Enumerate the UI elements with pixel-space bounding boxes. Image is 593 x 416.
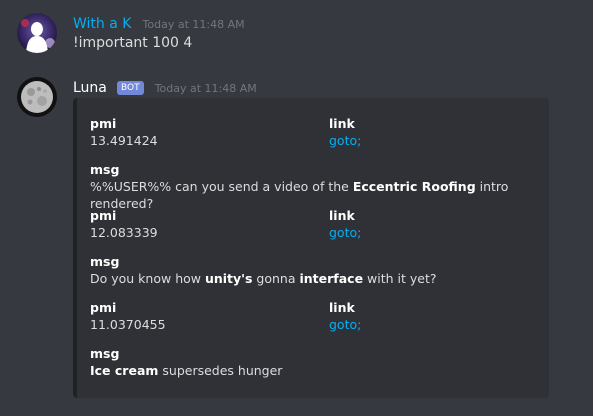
link[interactable]: goto; xyxy=(329,316,361,333)
field-name: link xyxy=(329,116,355,131)
field-name: pmi xyxy=(90,300,117,315)
username[interactable]: Luna xyxy=(73,80,107,96)
field-value: Ice cream supersedes hunger xyxy=(90,362,282,379)
bold-text: Ice cream xyxy=(90,363,159,378)
pmi-field: pmi 12.083339 xyxy=(90,207,158,241)
username[interactable]: With a K xyxy=(73,16,131,32)
bold-text: Eccentric Roofing xyxy=(352,179,476,194)
field-value: Do you know how unity's gonna interface … xyxy=(90,270,437,287)
text: gonna xyxy=(252,271,300,286)
bot-tag: BOT xyxy=(116,81,144,95)
bot-avatar[interactable] xyxy=(17,77,57,117)
user-avatar[interactable] xyxy=(17,13,57,53)
link-field: link goto; xyxy=(329,299,361,333)
pmi-field: pmi 13.491424 xyxy=(90,115,158,149)
field-value: 11.0370455 xyxy=(90,317,166,332)
link-field: link goto; xyxy=(329,115,361,149)
text: Do you know how xyxy=(90,271,205,286)
bot-embed: pmi 13.491424 link goto; msg %%USER%% ca… xyxy=(73,98,549,398)
field-name: link xyxy=(329,208,355,223)
bold-text: unity's xyxy=(204,271,253,286)
text: with it yet? xyxy=(363,271,437,286)
message-content: !important 100 4 xyxy=(73,35,193,51)
field-value: 13.491424 xyxy=(90,133,158,148)
field-value: %%USER%% can you send a video of the Ecc… xyxy=(90,178,549,212)
bold-text: interface xyxy=(299,271,364,286)
msg-field: msg %%USER%% can you send a video of the… xyxy=(90,161,549,212)
field-name: pmi xyxy=(90,116,117,131)
link[interactable]: goto; xyxy=(329,132,361,149)
field-name: msg xyxy=(90,254,120,269)
field-name: msg xyxy=(90,162,120,177)
text: supersedes hunger xyxy=(158,363,283,378)
message-timestamp: Today at 11:48 AM xyxy=(142,18,245,31)
field-name: msg xyxy=(90,346,120,361)
field-name: link xyxy=(329,300,355,315)
field-name: pmi xyxy=(90,208,117,223)
msg-field: msg Ice cream supersedes hunger xyxy=(90,345,282,379)
link[interactable]: goto; xyxy=(329,224,361,241)
link-field: link goto; xyxy=(329,207,361,241)
text: %%USER%% can you send a video of the xyxy=(90,179,353,194)
message-timestamp: Today at 11:48 AM xyxy=(154,82,257,95)
msg-field: msg Do you know how unity's gonna interf… xyxy=(90,253,437,287)
field-value: 12.083339 xyxy=(90,225,158,240)
pmi-field: pmi 11.0370455 xyxy=(90,299,166,333)
